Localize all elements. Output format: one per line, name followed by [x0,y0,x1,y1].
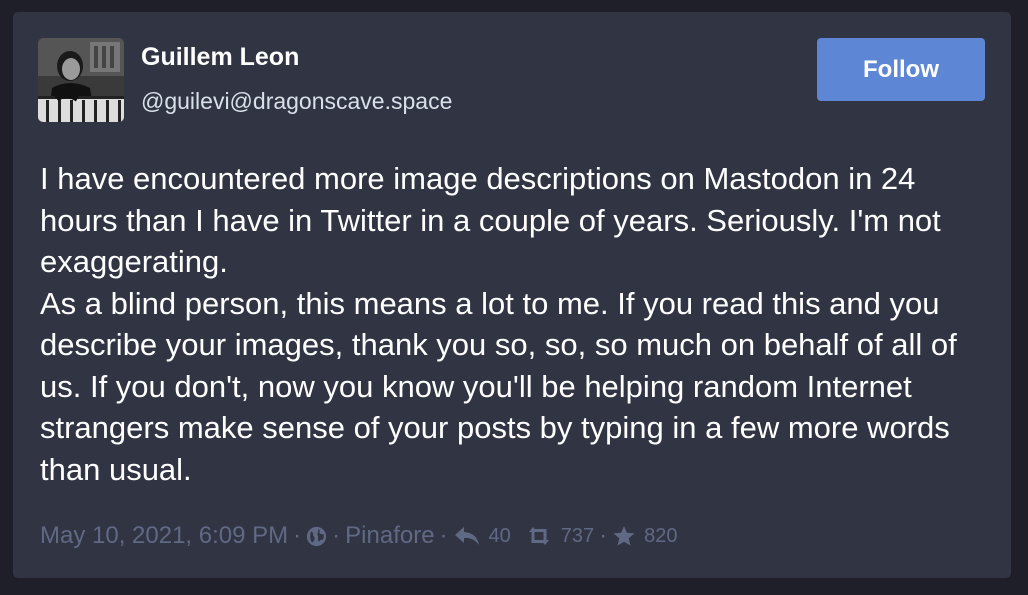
separator: · [332,522,341,549]
follow-button[interactable]: Follow [817,38,985,101]
status-content: I have encountered more image descriptio… [40,158,990,490]
status-paragraph: As a blind person, this means a lot to m… [40,285,957,487]
separator: · [599,522,608,549]
application-link[interactable]: Pinafore [345,522,434,550]
status-meta-bar: May 10, 2021, 6:09 PM · · Pinafore · 40 … [40,519,678,553]
display-name[interactable]: Guillem Leon [141,43,299,72]
star-icon[interactable] [612,525,636,547]
avatar-photo-icon [38,38,124,122]
retweet-icon[interactable] [525,525,553,547]
boosts-count: 737 [560,524,595,547]
separator: · [293,522,302,549]
replies-count: 40 [488,524,511,547]
separator: · [439,522,448,549]
status-paragraph: I have encountered more image descriptio… [40,161,941,279]
globe-icon [306,526,327,547]
reply-icon[interactable] [453,525,481,547]
status-timestamp[interactable]: May 10, 2021, 6:09 PM [40,522,288,550]
account-handle[interactable]: @guilevi@dragonscave.space [141,88,452,115]
avatar[interactable] [38,38,124,122]
favourites-count: 820 [644,524,678,547]
status-card: Guillem Leon @guilevi@dragonscave.space … [13,12,1011,578]
